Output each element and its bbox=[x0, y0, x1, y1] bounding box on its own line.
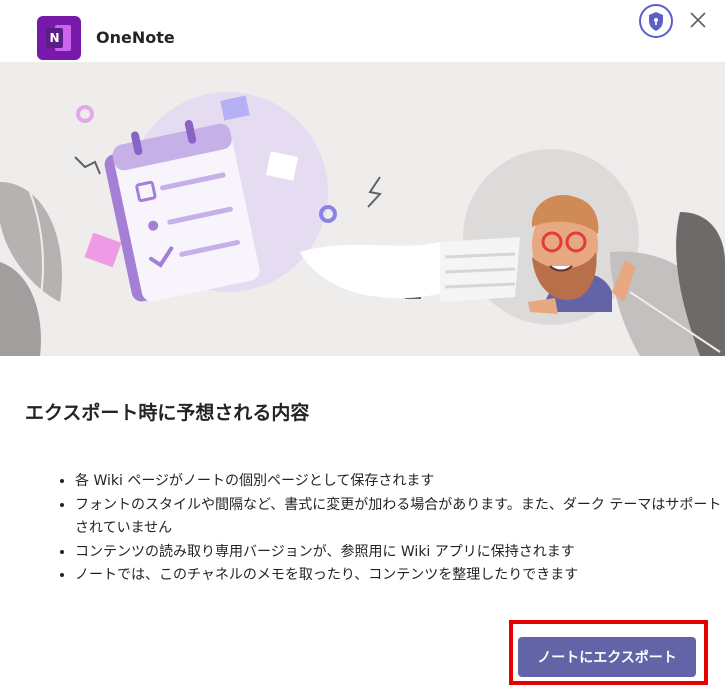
section-title: エクスポート時に予想される内容 bbox=[25, 402, 310, 424]
hero-illustration bbox=[0, 62, 725, 356]
close-icon bbox=[690, 12, 706, 28]
list-item: 各 Wiki ページがノートの個別ページとして保存されます bbox=[75, 470, 725, 494]
plant-left bbox=[0, 182, 62, 356]
expectations-list: 各 Wiki ページがノートの個別ページとして保存されます フォントのスタイルや… bbox=[55, 470, 725, 588]
list-item: コンテンツの読み取り専用バージョンが、参照用に Wiki アプリに保持されます bbox=[75, 541, 725, 565]
list-item: ノートでは、このチャネルのメモを取ったり、コンテンツを整理したりできます bbox=[75, 564, 725, 588]
shield-button[interactable] bbox=[639, 4, 673, 38]
list-item: フォントのスタイルや間隔など、書式に変更が加わる場合があります。また、ダーク テ… bbox=[75, 494, 725, 541]
dialog-header: N OneNote bbox=[0, 0, 725, 62]
onenote-icon: N bbox=[37, 16, 81, 60]
shield-icon bbox=[649, 12, 663, 31]
app-name: OneNote bbox=[96, 28, 175, 47]
highlight-box bbox=[509, 620, 708, 685]
close-button[interactable] bbox=[686, 8, 710, 32]
